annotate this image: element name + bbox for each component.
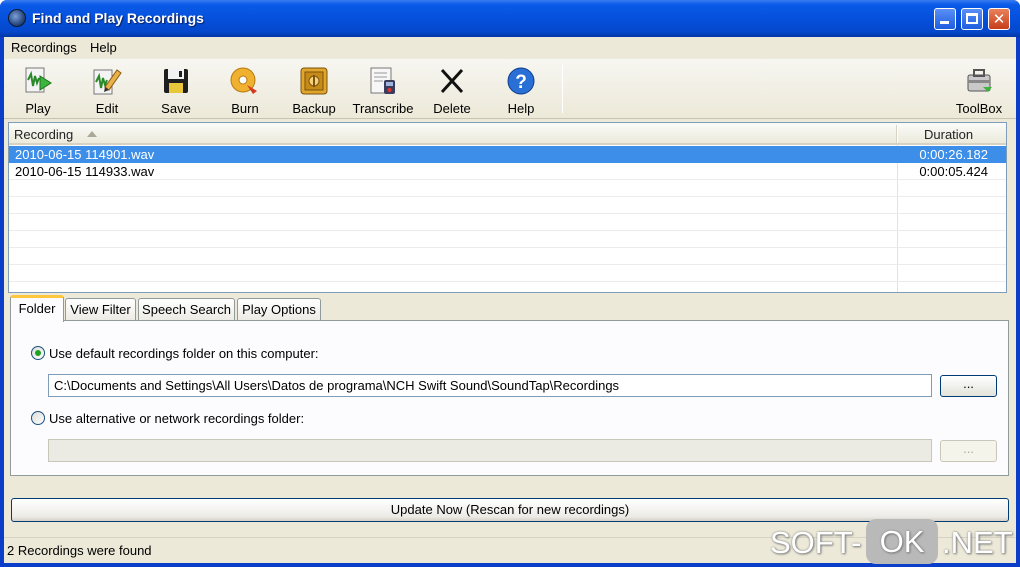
column-duration[interactable]: Duration: [924, 127, 973, 142]
column-recording[interactable]: Recording: [14, 127, 73, 142]
toolbar-separator: [562, 65, 563, 113]
transcribe-icon: [370, 67, 395, 94]
default-folder-radio[interactable]: [31, 346, 45, 360]
client-area: Recordings Help Play Edit Save Burn Back…: [4, 37, 1016, 563]
app-icon: [8, 9, 26, 27]
empty-row: [9, 214, 1006, 231]
recording-duration: 0:00:05.424: [919, 164, 988, 179]
watermark-text-right: .NET: [942, 525, 1013, 560]
menu-recordings[interactable]: Recordings: [11, 40, 77, 55]
empty-row: [9, 197, 1006, 214]
toolbox-icon: [967, 69, 992, 92]
transcribe-label: Transcribe: [352, 101, 414, 116]
alternative-folder-radio[interactable]: [31, 411, 45, 425]
folder-panel: Use default recordings folder on this co…: [10, 320, 1009, 476]
tab-folder[interactable]: Folder: [10, 295, 64, 322]
empty-row: [9, 231, 1006, 248]
title-bar[interactable]: Find and Play Recordings ✕: [0, 0, 1020, 37]
recording-name: 2010-06-15 114901.wav: [15, 147, 155, 162]
list-header: Recording Duration: [9, 123, 1006, 145]
burn-icon: [230, 67, 257, 94]
window-title: Find and Play Recordings: [32, 10, 204, 26]
default-folder-label[interactable]: Use default recordings folder on this co…: [49, 346, 319, 361]
column-divider[interactable]: [896, 125, 898, 143]
recording-name: 2010-06-15 114933.wav: [15, 164, 155, 179]
default-folder-browse-button[interactable]: ...: [940, 375, 997, 397]
help-icon: ?: [507, 67, 535, 95]
minimize-icon: [940, 21, 949, 24]
tab-speech-search[interactable]: Speech Search: [138, 298, 235, 320]
close-button[interactable]: ✕: [988, 8, 1010, 30]
help-button[interactable]: ? Help: [488, 63, 554, 117]
play-button[interactable]: Play: [5, 63, 71, 117]
tab-view-filter[interactable]: View Filter: [65, 298, 136, 320]
maximize-button[interactable]: [961, 8, 983, 30]
play-icon: [25, 67, 52, 93]
burn-button[interactable]: Burn: [212, 63, 278, 117]
status-text: 2 Recordings were found: [7, 543, 152, 558]
help-label: Help: [507, 101, 535, 116]
toolbox-label: ToolBox: [955, 101, 1003, 116]
status-bar: 2 Recordings were found: [4, 537, 1016, 563]
close-icon: ✕: [992, 10, 1006, 28]
delete-label: Delete: [433, 101, 471, 116]
play-label: Play: [25, 101, 51, 116]
svg-text:?: ?: [515, 72, 527, 93]
backup-button[interactable]: Backup: [281, 63, 347, 117]
list-row[interactable]: 2010-06-15 114933.wav 0:00:05.424: [9, 163, 1006, 180]
radio-selected-dot: [35, 350, 41, 356]
sort-ascending-icon: [87, 131, 97, 137]
save-icon: [164, 69, 188, 93]
empty-row: [9, 265, 1006, 282]
delete-icon: [440, 68, 464, 94]
list-row[interactable]: 2010-06-15 114901.wav 0:00:26.182: [9, 146, 1006, 163]
backup-icon: [300, 67, 328, 95]
recordings-list[interactable]: Recording Duration 2010-06-15 114901.wav…: [8, 122, 1007, 293]
watermark-text-left: SOFT-: [770, 525, 862, 560]
menu-bar: Recordings Help: [4, 37, 1016, 59]
update-now-button[interactable]: Update Now (Rescan for new recordings): [11, 498, 1009, 522]
edit-button[interactable]: Edit: [74, 63, 140, 117]
maximize-icon: [966, 13, 978, 24]
save-button[interactable]: Save: [143, 63, 209, 117]
toolbox-button[interactable]: ToolBox: [946, 63, 1012, 117]
transcribe-button[interactable]: Transcribe: [350, 63, 416, 117]
edit-label: Edit: [95, 101, 119, 116]
menu-help[interactable]: Help: [90, 40, 117, 55]
save-label: Save: [161, 101, 191, 116]
default-folder-path-input[interactable]: C:\Documents and Settings\All Users\Dato…: [48, 374, 932, 397]
alternative-folder-browse-button[interactable]: ...: [940, 440, 997, 462]
empty-row: [9, 180, 1006, 197]
watermark-text-ok: OK: [866, 519, 938, 564]
delete-button[interactable]: Delete: [419, 63, 485, 117]
minimize-button[interactable]: [934, 8, 956, 30]
tab-play-options[interactable]: Play Options: [237, 298, 321, 320]
backup-label: Backup: [292, 101, 336, 116]
recording-duration: 0:00:26.182: [919, 147, 988, 162]
burn-label: Burn: [231, 101, 259, 116]
empty-row: [9, 248, 1006, 265]
toolbar: Play Edit Save Burn Backup Transcribe De…: [4, 59, 1016, 119]
edit-icon: [93, 69, 122, 95]
alternative-folder-label[interactable]: Use alternative or network recordings fo…: [49, 411, 304, 426]
alternative-folder-path-input[interactable]: [48, 439, 932, 462]
app-window: Find and Play Recordings ✕ Recordings He…: [0, 0, 1020, 567]
